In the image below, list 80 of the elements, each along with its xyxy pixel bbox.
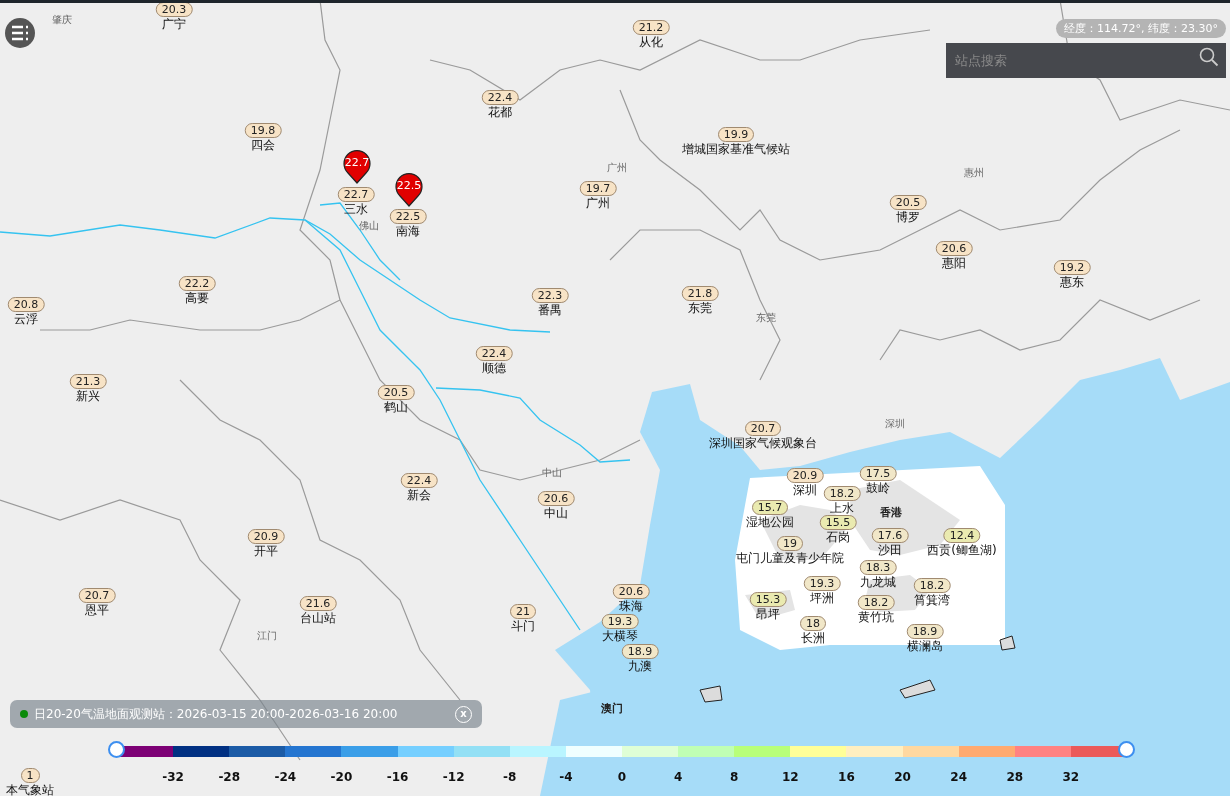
station-name: 上水 [830,501,854,516]
temperature-badge[interactable]: 12.4 [943,528,981,543]
station-name: 云浮 [14,312,38,327]
station-name: 广宁 [162,17,186,32]
place-label: 广州 [607,161,627,175]
scale-tick-label: 24 [950,770,967,784]
station-name: 广州 [586,196,610,211]
station-name: 湿地公园 [746,515,794,530]
scale-tick-label: 4 [673,770,683,784]
search-field[interactable]: 站点搜索 [946,43,1226,78]
scale-tick-label: -16 [386,770,409,784]
station-name: 石岗 [826,530,850,545]
station-name: 斗门 [511,619,535,634]
station-name: 东莞 [688,301,712,316]
station-name: 新兴 [76,389,100,404]
station-name: 开平 [254,544,278,559]
station-name: 鼓岭 [866,481,890,496]
station-name: 黄竹坑 [858,610,894,625]
map-pin[interactable]: 22.7 [343,150,371,184]
layer-description: 日20-20气温地面观测站：2026-03-15 20:00-2026-03-16 20:00 [34,705,399,723]
station-name: 惠阳 [942,256,966,271]
station-name: 从化 [639,35,663,50]
station-name: 深圳国家气候观象台 [709,436,817,451]
station-name: 昂坪 [756,607,780,622]
scale-tick-label: 32 [1062,770,1080,784]
scale-tick-label: 12 [782,770,799,784]
search-icon[interactable] [1199,47,1219,67]
station-name: 筲箕湾 [914,593,950,608]
station-name: 深圳 [793,483,817,498]
place-label: 中山 [542,466,562,480]
station-name: 本气象站 [6,783,54,796]
station-name: 沙田 [878,543,902,558]
station-name: 番禺 [538,303,562,318]
scale-tick-label: -28 [218,770,241,784]
scale-tick-label: -8 [503,770,517,784]
map-pin[interactable]: 22.5 [395,173,423,207]
station-name: 增城国家基准气候站 [682,142,790,157]
place-label: 澳门 [601,700,623,716]
station-name: 三水 [344,202,368,217]
station-name: 珠海 [619,599,643,614]
station-name: 博罗 [896,210,920,225]
scale-tick-label: -4 [559,770,573,784]
place-label: 佛山 [359,219,379,233]
place-label: 深圳 [885,417,905,431]
scale-tick-label: -24 [274,770,297,784]
station-name: 鹤山 [384,400,408,415]
station-name: 台山站 [300,611,336,626]
station-name: 坪洲 [810,591,834,606]
station-name: 顺德 [482,361,506,376]
place-label: 肇庆 [52,13,72,27]
station-name: 四会 [251,138,275,153]
place-label: 惠州 [964,166,984,180]
station-name: 九龙城 [860,575,896,590]
station-name: 花都 [488,105,512,120]
station-name: 南海 [396,224,420,239]
station-name: 高要 [185,291,209,306]
menu-icon [10,24,30,42]
scale-tick-label: 8 [730,770,739,784]
station-name: 中山 [544,506,568,521]
station-name: 恩平 [85,603,109,618]
station-name: 大横琴 [602,629,638,644]
scale-tick-label: 20 [894,770,911,784]
station-name: 西贡(鲫鱼湖) [927,543,997,558]
station-name: 新会 [407,488,431,503]
station-name: 屯门儿童及青少年院 [736,551,844,566]
scale-tick-label: -32 [162,770,184,784]
place-label: 香港 [880,504,902,520]
station-name: 九澳 [628,659,652,674]
station-name: 长洲 [801,631,825,646]
status-dot-icon [20,710,28,718]
scale-tick-label: 28 [1006,770,1024,784]
place-label: 东莞 [756,311,776,325]
scale-tick-label: 16 [838,770,855,784]
coordinates-label: 经度：114.72°, 纬度：23.30° [1056,19,1226,38]
scale-tick-label: -12 [442,770,465,784]
station-name: 惠东 [1060,275,1084,290]
place-label: 江门 [257,629,277,643]
scale-tick-label: -20 [330,770,353,784]
station-name: 横澜岛 [907,639,943,654]
scale-tick-label: 0 [617,770,627,784]
